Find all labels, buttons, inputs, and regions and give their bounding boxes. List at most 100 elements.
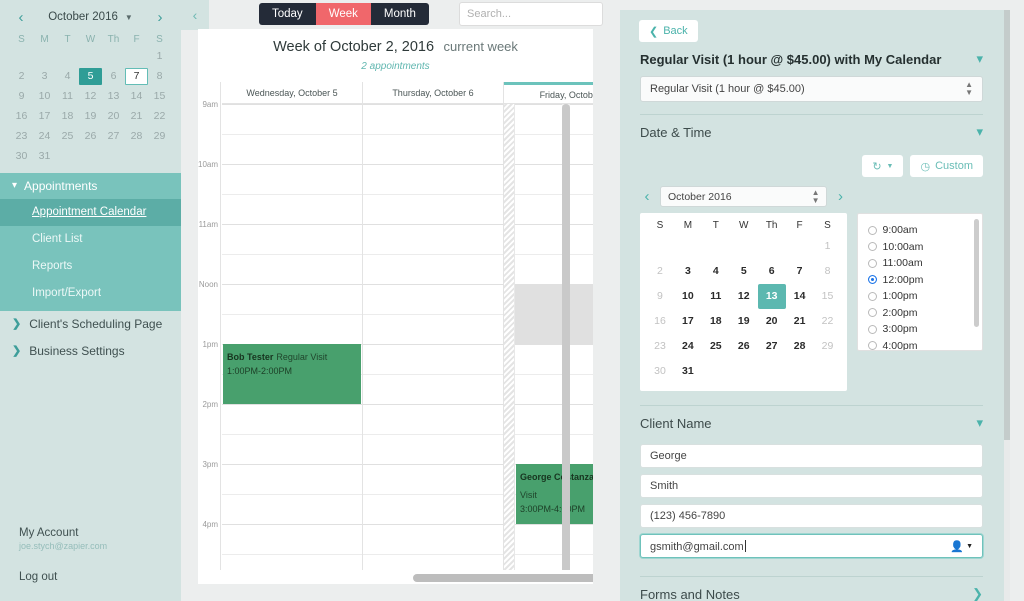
sidebar-item-appointment-calendar[interactable]: Appointment Calendar (0, 199, 181, 226)
view-button-month[interactable]: Month (370, 3, 429, 25)
mini-calendar-day-18[interactable]: 18 (56, 108, 79, 125)
radio-button[interactable] (868, 291, 878, 301)
date-picker-day-1[interactable]: 1 (814, 234, 842, 259)
time-slot-300pm[interactable]: 3:00pm (868, 321, 982, 338)
mini-calendar-day-15[interactable]: 15 (148, 88, 171, 105)
calendar-horizontal-scrollbar[interactable] (198, 571, 593, 584)
sidebar-item-client-list[interactable]: Client List (0, 226, 181, 253)
time-slot-400pm[interactable]: 4:00pm (868, 338, 982, 350)
date-picker-day-17[interactable]: 17 (674, 309, 702, 334)
mini-calendar-day-29[interactable]: 29 (148, 128, 171, 145)
chevron-down-icon[interactable]: ▾ (976, 415, 983, 431)
sidebar-item-business-settings[interactable]: ❯ Business Settings (0, 338, 181, 365)
date-picker-day-11[interactable]: 11 (702, 284, 730, 309)
calendar-vertical-scrollbar[interactable] (562, 104, 570, 570)
first-name-field[interactable]: George (640, 444, 983, 468)
mini-calendar-day-1[interactable]: 1 (148, 48, 171, 65)
mini-calendar-day-5[interactable]: 5 (79, 68, 102, 85)
date-picker-day-26[interactable]: 26 (730, 334, 758, 359)
panel-scrollbar-thumb[interactable] (1004, 10, 1010, 440)
chevron-down-icon[interactable]: ▾ (976, 51, 983, 67)
chevron-down-icon[interactable]: ▾ (976, 124, 983, 140)
time-slot-100pm[interactable]: 1:00pm (868, 288, 982, 305)
appointment-block[interactable]: Bob Tester Regular Visit 1:00PM-2:00PM (223, 344, 361, 404)
date-picker-day-30[interactable]: 30 (646, 359, 674, 384)
date-picker-day-20[interactable]: 20 (758, 309, 786, 334)
mini-calendar-day-14[interactable]: 14 (125, 88, 148, 105)
logout-link[interactable]: Log out (19, 571, 107, 583)
mini-calendar-day-24[interactable]: 24 (33, 128, 56, 145)
mini-calendar-day-22[interactable]: 22 (148, 108, 171, 125)
mini-calendar-day-16[interactable]: 16 (10, 108, 33, 125)
sidebar-item-import-export[interactable]: Import/Export (0, 280, 181, 307)
radio-button[interactable] (868, 324, 878, 334)
mini-calendar-day-27[interactable]: 27 (102, 128, 125, 145)
view-button-week[interactable]: Week (315, 3, 371, 25)
time-slot-1100am[interactable]: 11:00am (868, 255, 982, 272)
date-picker-day-16[interactable]: 16 (646, 309, 674, 334)
client-section-header[interactable]: Client Name ▾ (620, 406, 1003, 440)
mini-calendar-day-21[interactable]: 21 (125, 108, 148, 125)
radio-button[interactable] (868, 275, 878, 285)
mini-calendar-day-13[interactable]: 13 (102, 88, 125, 105)
mini-calendar-day-8[interactable]: 8 (148, 68, 171, 85)
scrollbar-thumb[interactable] (562, 104, 570, 570)
last-name-field[interactable]: Smith (640, 474, 983, 498)
service-section-header[interactable]: Regular Visit (1 hour @ $45.00) with My … (620, 42, 1003, 76)
forms-section-header[interactable]: Forms and Notes ❯ (620, 577, 1003, 601)
day-body[interactable]: Bob Tester Regular Visit 1:00PM-2:00PM (222, 104, 362, 570)
date-picker-day-31[interactable]: 31 (674, 359, 702, 384)
service-select[interactable]: Regular Visit (1 hour @ $45.00) ▲ ▼ (640, 76, 983, 102)
day-body[interactable] (363, 104, 503, 570)
sidebar-item-client-s-scheduling-page[interactable]: ❯ Client's Scheduling Page (0, 311, 181, 338)
search-box[interactable]: ⚲ (459, 2, 619, 26)
date-picker-day-28[interactable]: 28 (786, 334, 814, 359)
view-button-today[interactable]: Today (259, 3, 316, 25)
date-picker-day-25[interactable]: 25 (702, 334, 730, 359)
mini-calendar-day-6[interactable]: 6 (102, 68, 125, 85)
date-picker-day-5[interactable]: 5 (730, 259, 758, 284)
mini-calendar-day-23[interactable]: 23 (10, 128, 33, 145)
radio-button[interactable] (868, 242, 878, 252)
sidebar-group-appointments[interactable]: ▾ Appointments (0, 173, 181, 199)
month-select[interactable]: October 2016 ▲ ▼ (660, 186, 828, 207)
day-body[interactable]: George CostanzaRegular Visit3:00PM-4:00P… (504, 104, 593, 570)
mini-calendar-day-26[interactable]: 26 (79, 128, 102, 145)
time-slot-1200pm[interactable]: 12:00pm (868, 272, 982, 289)
time-slot-900am[interactable]: 9:00am (868, 222, 982, 239)
date-picker-day-12[interactable]: 12 (730, 284, 758, 309)
chevron-right-icon[interactable]: › (833, 188, 847, 205)
phone-field[interactable]: (123) 456-7890 (640, 504, 983, 528)
mini-calendar-day-25[interactable]: 25 (56, 128, 79, 145)
datetime-section-header[interactable]: Date & Time ▾ (620, 115, 1003, 149)
radio-button[interactable] (868, 308, 878, 318)
search-input[interactable] (467, 8, 609, 20)
time-slot-200pm[interactable]: 2:00pm (868, 305, 982, 322)
date-picker-day-27[interactable]: 27 (758, 334, 786, 359)
time-slot-1000am[interactable]: 10:00am (868, 239, 982, 256)
time-slot-list[interactable]: 9:00am 10:00am 11:00am 12:00pm 1:00pm 2:00pm 3… (857, 213, 983, 351)
date-picker-day-22[interactable]: 22 (814, 309, 842, 334)
date-picker-day-24[interactable]: 24 (674, 334, 702, 359)
scrollbar-thumb-horizontal[interactable] (413, 574, 593, 582)
radio-button[interactable] (868, 341, 878, 350)
chevron-right-icon[interactable]: › (153, 10, 167, 25)
mini-calendar-day-11[interactable]: 11 (56, 88, 79, 105)
back-button[interactable]: ❮ Back (639, 20, 698, 42)
date-picker-day-14[interactable]: 14 (786, 284, 814, 309)
person-dropdown-icon[interactable]: 👤 ▼ (950, 540, 973, 553)
date-picker-day-15[interactable]: 15 (814, 284, 842, 309)
custom-time-button[interactable]: ◷ Custom (910, 155, 983, 177)
date-picker-day-23[interactable]: 23 (646, 334, 674, 359)
date-picker-day-4[interactable]: 4 (702, 259, 730, 284)
chevron-right-icon[interactable]: ❯ (972, 586, 983, 601)
date-picker-day-3[interactable]: 3 (674, 259, 702, 284)
chevron-left-icon[interactable]: ‹ (640, 188, 654, 205)
mini-calendar-day-7[interactable]: 7 (125, 68, 148, 85)
mini-calendar-day-31[interactable]: 31 (33, 148, 56, 165)
mini-calendar-day-30[interactable]: 30 (10, 148, 33, 165)
radio-button[interactable] (868, 225, 878, 235)
appointment-block[interactable]: George CostanzaRegular Visit3:00PM-4:00P… (516, 464, 593, 524)
date-picker-day-6[interactable]: 6 (758, 259, 786, 284)
my-account-link[interactable]: My Account (19, 527, 107, 539)
